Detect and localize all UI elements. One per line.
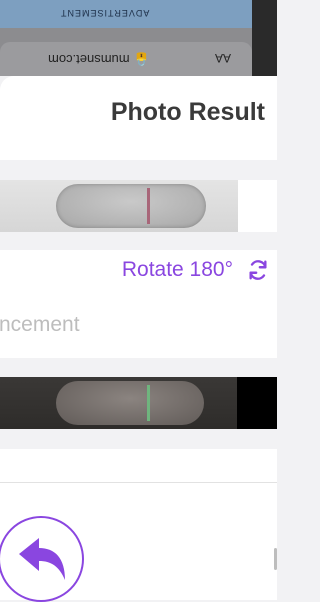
divider-band — [0, 429, 277, 449]
rotate-arrows-icon — [249, 260, 267, 280]
side-handle — [274, 548, 277, 570]
rotate-button[interactable]: Rotate 180° — [122, 258, 269, 282]
reply-arrow-icon — [19, 538, 65, 580]
url-text: 🔒 mumsnet.com — [48, 52, 150, 67]
test-cassette — [56, 184, 206, 228]
url-bar: 🔒 mumsnet.com AA — [0, 42, 252, 76]
divider-band — [0, 232, 277, 250]
advertisement-banner: ADVERTISEMENT — [0, 0, 252, 28]
divider-band — [0, 160, 277, 180]
divider-band — [0, 358, 277, 377]
test-photo-enhanced — [0, 377, 237, 429]
test-photo-original — [0, 180, 238, 232]
test-line-green — [147, 385, 150, 421]
back-button[interactable] — [0, 516, 84, 602]
enhancement-label: ncement — [0, 313, 80, 336]
browser-chrome: ADVERTISEMENT 🔒 mumsnet.com AA — [0, 0, 277, 76]
divider-line — [0, 482, 277, 483]
dark-edge — [237, 377, 277, 429]
rotate-label: Rotate 180° — [121, 258, 233, 281]
text-size-button: AA — [215, 51, 232, 65]
page-title: Photo Result — [110, 98, 265, 126]
ad-label: ADVERTISEMENT — [60, 8, 150, 18]
dark-edge — [252, 0, 277, 76]
test-cassette — [56, 381, 204, 425]
test-line-red — [147, 188, 150, 224]
